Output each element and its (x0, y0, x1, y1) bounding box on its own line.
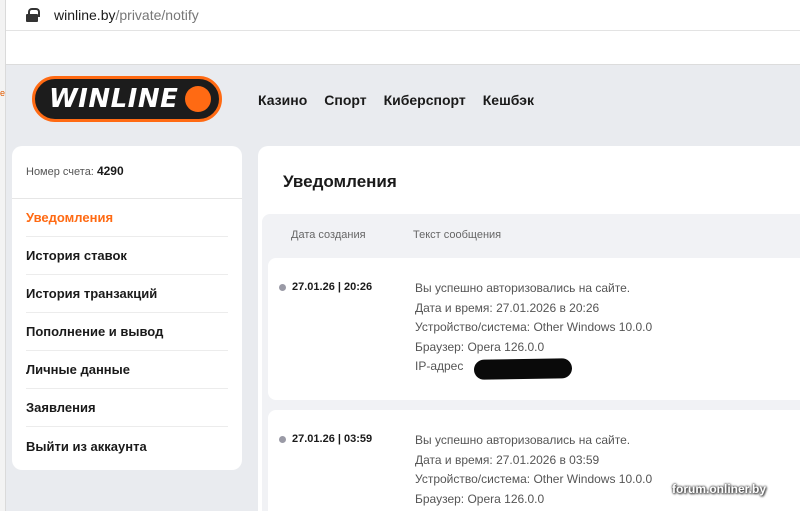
logo-text: WINLINE (49, 84, 179, 114)
page-title: Уведомления (283, 172, 397, 191)
sidebar-item-logout[interactable]: Выйти из аккаунта (26, 427, 228, 465)
notification-card: 27.01.26 | 20:26 Вы успешно авторизовали… (268, 258, 800, 400)
url-path: /private/notify (115, 7, 199, 23)
sidebar-item-transactions[interactable]: История транзакций (26, 275, 228, 313)
url-host: winline.by (54, 7, 116, 23)
notifications-panel: Уведомления Дата создания Текст сообщени… (258, 146, 800, 520)
nav-sport[interactable]: Спорт (324, 92, 366, 108)
winline-logo[interactable]: WINLINE (32, 76, 222, 122)
redaction-mark (473, 358, 573, 380)
edge-mark: е (0, 88, 6, 98)
message-line: Вы успешно авторизовались на сайте. (415, 281, 631, 295)
nav-esport[interactable]: Киберспорт (384, 92, 466, 108)
column-header-date: Дата создания (291, 229, 366, 241)
sidebar-menu: Уведомления История ставок История транз… (26, 199, 228, 465)
sidebar-item-deposit-withdraw[interactable]: Пополнение и вывод (26, 313, 228, 351)
notification-date: 27.01.26 | 20:26 (292, 281, 373, 293)
message-line: Устройство/система: Other Windows 10.0.0 (415, 472, 653, 486)
browser-toolbar-strip (6, 30, 800, 65)
logo-dot-icon (185, 86, 211, 112)
watermark: forum.onliner.by (672, 482, 767, 496)
site-header: WINLINE Казино Спорт Киберспорт Кешбэк (6, 65, 800, 135)
main-nav: Казино Спорт Киберспорт Кешбэк (258, 65, 534, 135)
message-line: Дата и время: 27.01.2026 в 20:26 (415, 300, 600, 315)
account-sidebar: Номер счета: 4290 Уведомления История ст… (12, 146, 242, 470)
account-number: Номер счета: 4290 (26, 164, 124, 178)
message-line: Браузер: Opera 126.0.0 (415, 491, 545, 506)
message-line: Дата и время: 27.01.2026 в 03:59 (415, 452, 600, 467)
notification-message: Вы успешно авторизовались на сайте. Дата… (415, 431, 652, 509)
sidebar-item-applications[interactable]: Заявления (26, 389, 228, 427)
site-page: WINLINE Казино Спорт Киберспорт Кешбэк Н… (6, 65, 800, 520)
sidebar-item-personal-data[interactable]: Личные данные (26, 351, 228, 389)
nav-cashback[interactable]: Кешбэк (483, 92, 534, 108)
notifications-table: Дата создания Текст сообщения 27.01.26 |… (262, 214, 800, 520)
address-bar[interactable]: winline.by/private/notify (6, 0, 800, 30)
notification-date: 27.01.26 | 03:59 (292, 433, 373, 445)
account-label: Номер счета: (26, 166, 94, 178)
nav-casino[interactable]: Казино (258, 92, 307, 108)
unread-dot-icon (279, 284, 286, 291)
sidebar-item-notifications[interactable]: Уведомления (26, 199, 228, 237)
account-value: 4290 (96, 164, 124, 178)
message-line: Браузер: Opera 126.0.0 (415, 339, 545, 354)
notification-card: 27.01.26 | 03:59 Вы успешно авторизовали… (268, 410, 800, 520)
message-line: Вы успешно авторизовались на сайте. (415, 433, 631, 447)
lock-icon[interactable] (26, 8, 40, 22)
sidebar-item-bet-history[interactable]: История ставок (26, 237, 228, 275)
column-header-message: Текст сообщения (413, 229, 502, 241)
message-line: Устройство/система: Other Windows 10.0.0 (415, 320, 653, 334)
unread-dot-icon (279, 436, 286, 443)
